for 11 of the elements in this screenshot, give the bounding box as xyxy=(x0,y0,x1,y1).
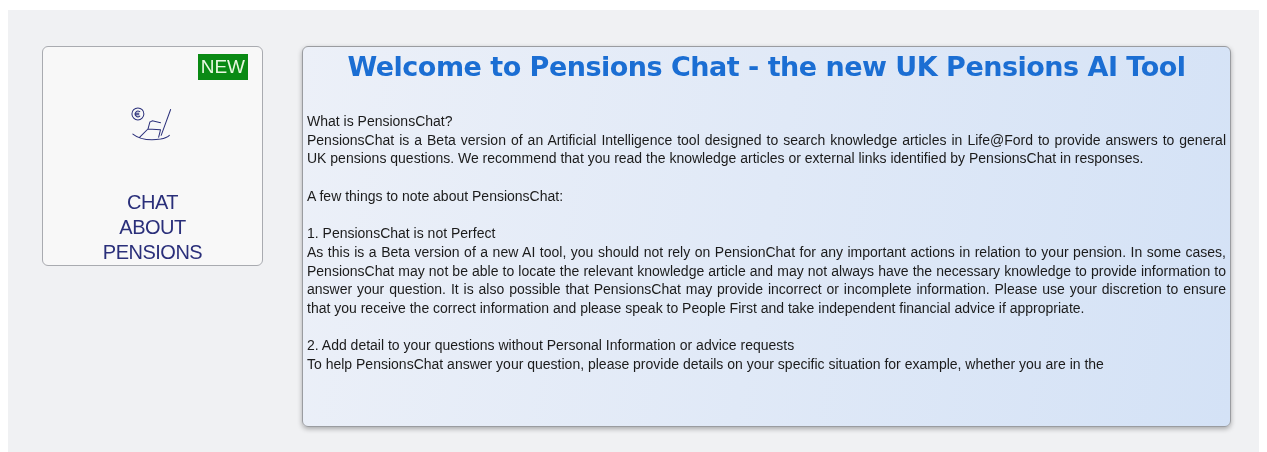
panel-title: Welcome to Pensions Chat - the new UK Pensions AI Tool xyxy=(346,51,1187,82)
panel-text: What is PensionsChat? xyxy=(307,112,454,131)
new-badge: NEW xyxy=(197,54,248,80)
panel-text: 1. PensionsChat is not Perfect xyxy=(307,224,497,243)
panel-text: To help PensionsChat answer your question, please provide details on your specific situation for example, whether you are in the xyxy=(307,355,1105,374)
panel-text: PensionsChat is a Beta version of an Artificial Intelligence tool designed to search knowledge articles in Life@Ford to provide answers to general UK pensions questions. We recommend that you read the knowledge articles or external links identified by PensionsChat in responses. xyxy=(307,130,1226,169)
panel-text: As this is a Beta version of a new AI tool, you should not rely on PensionChat for any important actions in relation to your pension. In some cases, PensionsChat may not be able to locate the relevant knowledge article and may not always have the necessary knowledge to provide information to answer your question. It is also possible that PensionsChat may provide incorrect or incomplete information. Please use your discretion to ensure that you receive the correct information and please speak to People First and take independent financial advice if appropriate. xyxy=(307,242,1226,318)
panel-text: A few things to note about PensionsChat: xyxy=(307,186,565,206)
tile-label: CHAT ABOUT PENSIONS xyxy=(101,190,204,265)
chat-tile[interactable]: NEW CHAT ABOUT PENSIONS xyxy=(42,46,263,266)
panel-text: 2. Add detail to your questions without Personal Information or advice requests xyxy=(307,336,796,356)
